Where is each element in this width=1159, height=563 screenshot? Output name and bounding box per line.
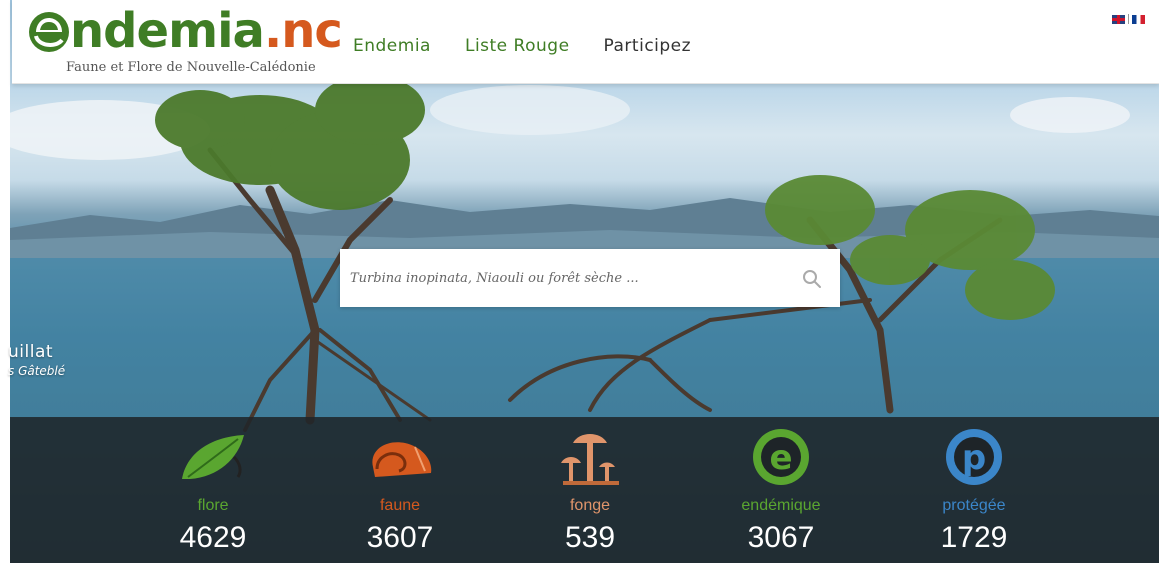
photo-credit: uillat s Gâteblé	[8, 342, 65, 378]
endemia-logo[interactable]: ndemia.nc Faune et Flore de Nouvelle-Cal…	[26, 0, 343, 83]
logo-tagline: Faune et Flore de Nouvelle-Calédonie	[66, 60, 316, 75]
credit-author: s Gâteblé	[8, 364, 66, 378]
english-flag-icon[interactable]	[1112, 14, 1125, 24]
search-box	[340, 249, 840, 307]
stat-label-protegee: protégée	[942, 497, 1006, 514]
stat-label-flore: flore	[197, 497, 229, 514]
search-input[interactable]	[340, 249, 790, 307]
stat-count-endemique: 3067	[747, 521, 815, 554]
stat-count-flore: 4629	[179, 521, 247, 554]
stat-label-endemique: endémique	[741, 497, 821, 514]
nav-link-participez[interactable]: Participez	[604, 36, 692, 56]
nav-link-endemia[interactable]: Endemia	[353, 36, 431, 56]
language-divider	[1128, 14, 1129, 24]
stats-band: flore 4629 faune 3607 fonge 539 e endémi…	[10, 417, 1159, 563]
credit-species-name: uillat	[8, 342, 54, 362]
stat-label-faune: faune	[379, 497, 421, 514]
gecko-e-icon	[29, 12, 69, 52]
stat-count-fonge: 539	[564, 521, 616, 554]
logo-wordmark: ndemia.nc	[70, 3, 343, 59]
nav-link-liste-rouge[interactable]: Liste Rouge	[465, 36, 570, 56]
protected-p-icon: p	[946, 429, 1002, 485]
stat-label-fonge: fonge	[569, 497, 611, 514]
main-nav: Endemia Liste Rouge Participez	[353, 36, 691, 56]
stat-count-protegee: 1729	[940, 521, 1008, 554]
french-flag-icon[interactable]	[1132, 14, 1145, 24]
svg-text:p: p	[962, 438, 986, 478]
site-header: ndemia.nc Faune et Flore de Nouvelle-Cal…	[12, 0, 1159, 84]
leaf-icon	[182, 435, 244, 479]
mushroom-icon	[561, 434, 619, 485]
search-icon[interactable]	[802, 269, 822, 289]
language-switcher	[1112, 14, 1145, 24]
endemic-e-icon: e	[753, 429, 809, 485]
stat-count-faune: 3607	[366, 521, 434, 554]
shell-icon	[372, 442, 432, 477]
svg-text:e: e	[769, 438, 792, 478]
